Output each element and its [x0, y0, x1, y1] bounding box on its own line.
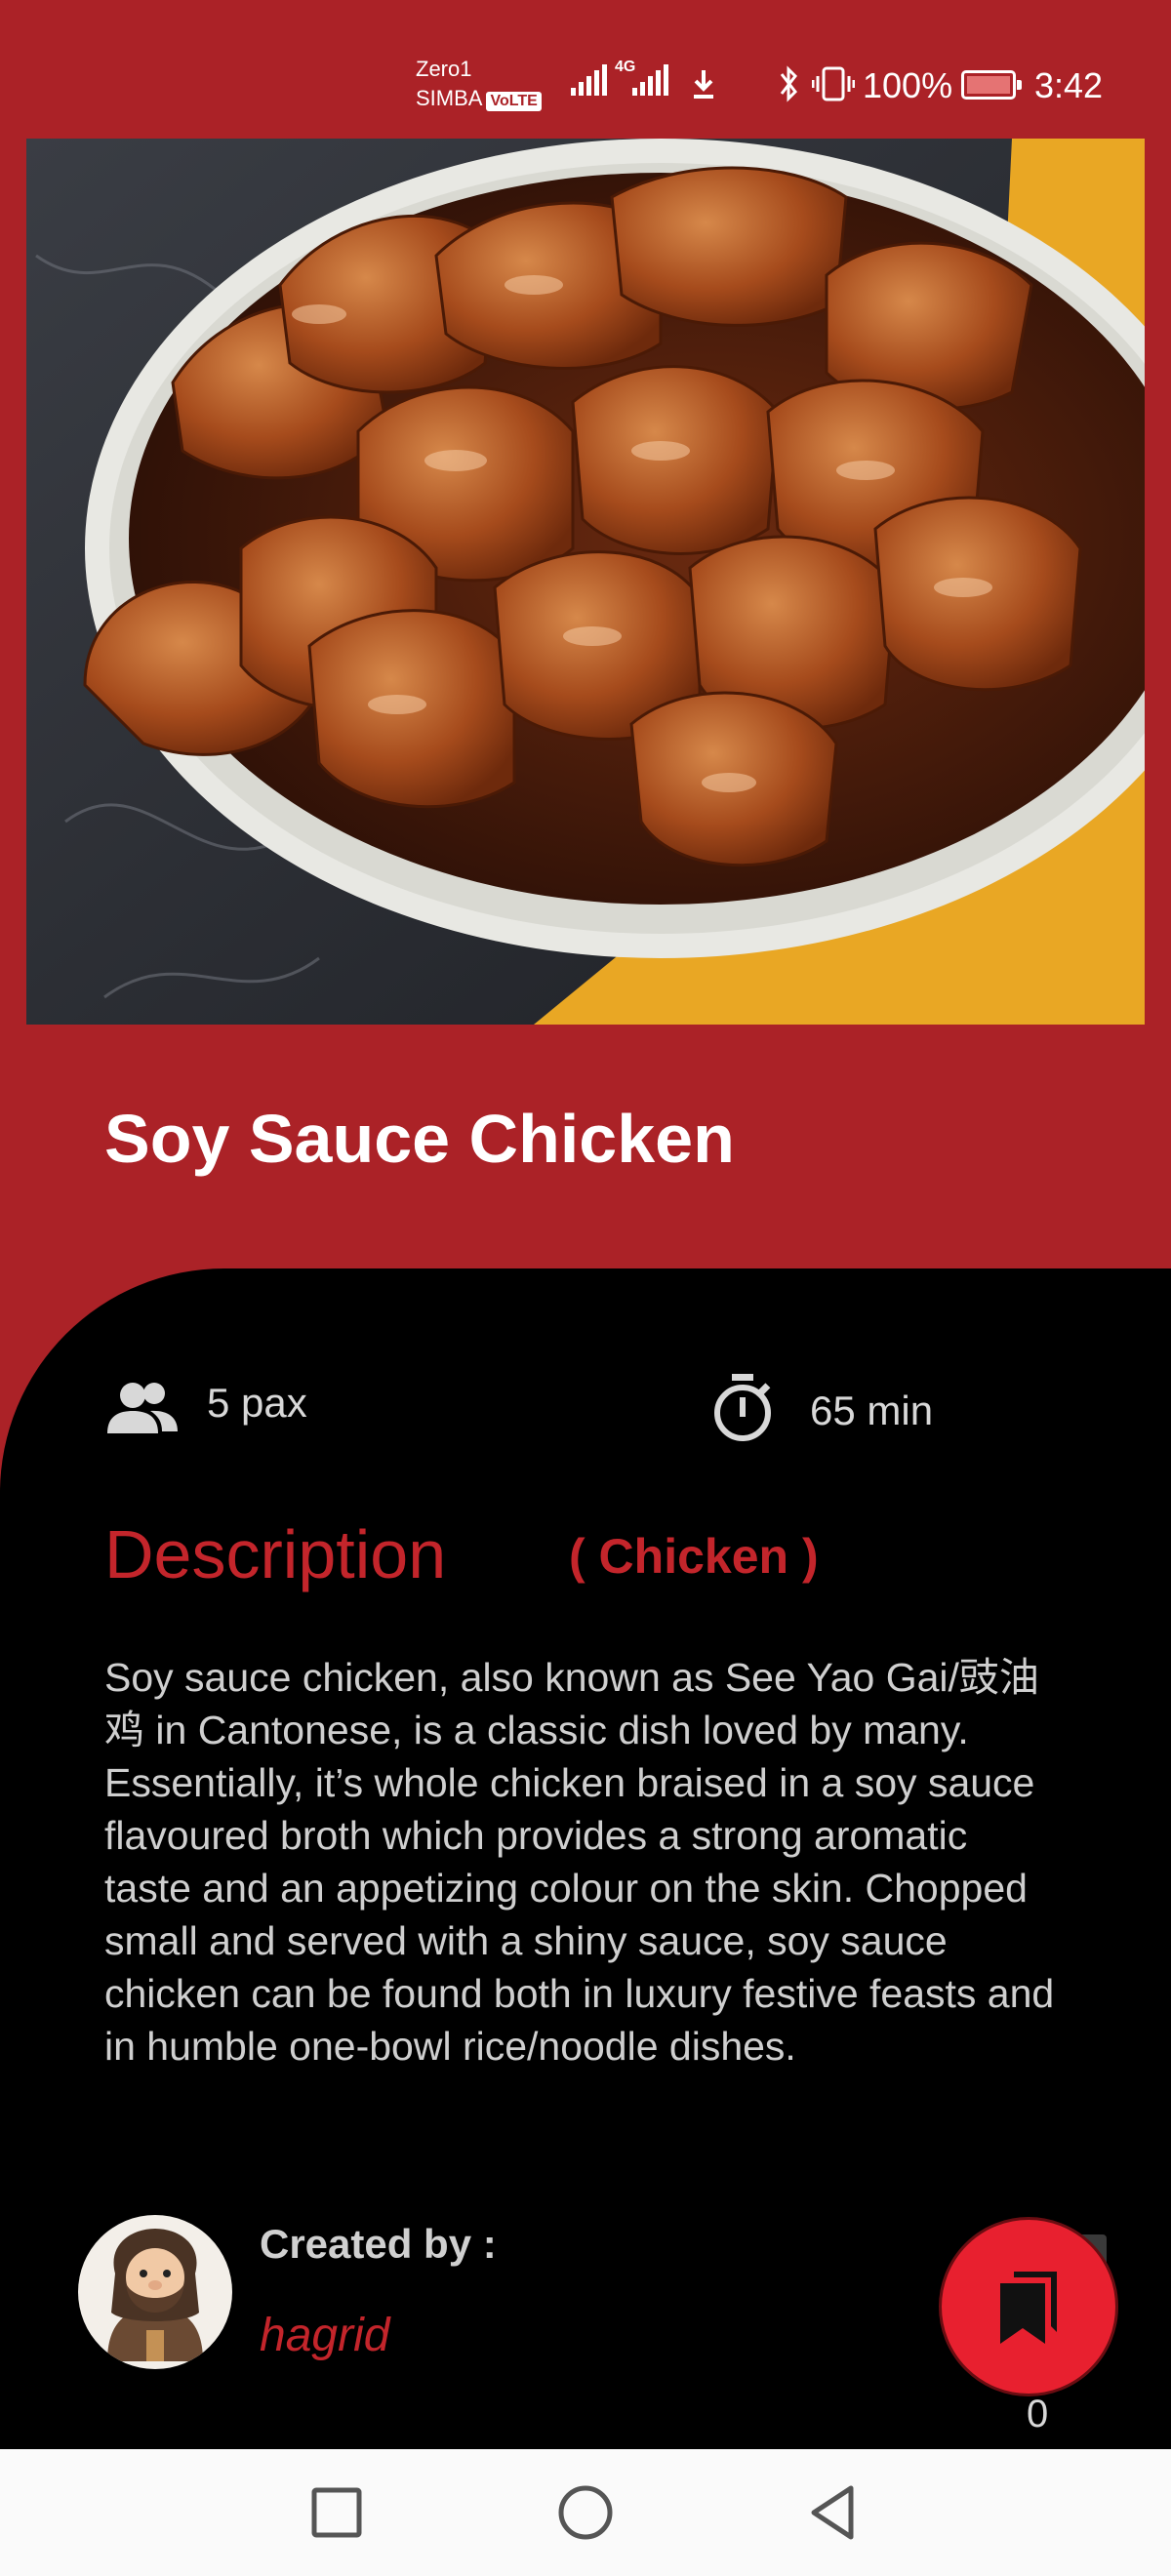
bookmark-button[interactable]: [939, 2217, 1118, 2396]
people-icon: [107, 1383, 178, 1433]
servings-value: 5 pax: [207, 1380, 307, 1426]
carrier-sub-name: SIMBA: [416, 86, 483, 110]
created-by-label: Created by :: [260, 2221, 497, 2267]
stopwatch-icon: [714, 1374, 771, 1441]
recipe-title: Soy Sauce Chicken: [104, 1101, 735, 1177]
download-icon: [694, 70, 713, 99]
bluetooth-icon: [780, 65, 797, 102]
category-tag: ( Chicken ): [569, 1529, 819, 1584]
battery-icon: [961, 70, 1022, 100]
home-button[interactable]: [551, 2478, 620, 2547]
description-text: Soy sauce chicken, also known as See Yao…: [104, 1655, 1055, 2069]
volte-badge: VoLTE: [486, 92, 542, 111]
author-name[interactable]: hagrid: [260, 2305, 389, 2367]
battery-percent: 100%: [863, 65, 953, 105]
bookmark-count: 0: [1027, 2393, 1049, 2435]
signal-icon: [571, 64, 607, 96]
clock: 3:42: [1034, 65, 1104, 105]
carrier-info: Zero1 SIMBA VoLTE: [416, 55, 542, 113]
status-bar: Zero1 SIMBA VoLTE 4G 100% 3:42: [0, 0, 1171, 137]
system-nav-bar: [0, 2449, 1171, 2576]
recents-button[interactable]: [303, 2478, 371, 2547]
description-heading: Description: [104, 1516, 447, 1592]
signal-icon-2: [632, 64, 668, 96]
duration-value: 65 min: [810, 1388, 934, 1433]
back-button[interactable]: [800, 2478, 868, 2547]
carrier-name: Zero1: [416, 57, 472, 81]
vibrate-icon: [812, 66, 855, 101]
bookmark-icon: [1000, 2272, 1057, 2344]
recipe-photo: [26, 139, 1145, 1025]
author-avatar[interactable]: [78, 2215, 232, 2369]
